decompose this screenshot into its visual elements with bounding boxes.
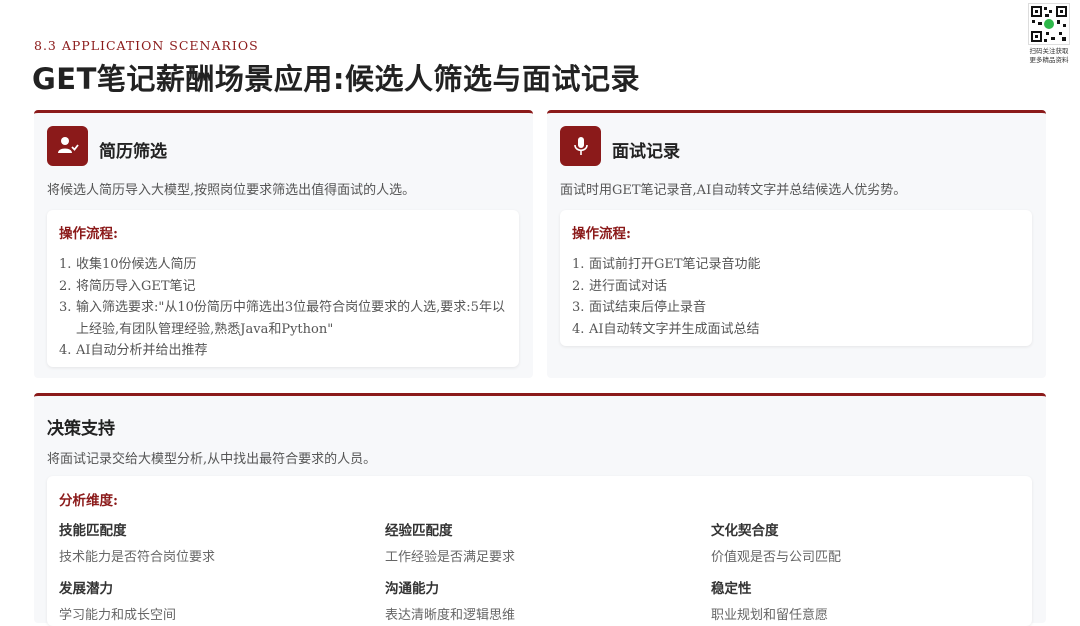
decision-support-card: 决策支持 将面试记录交给大模型分析,从中找出最符合要求的人员。 分析维度: 技能…: [34, 393, 1046, 626]
card-description: 将面试记录交给大模型分析,从中找出最符合要求的人员。: [47, 452, 377, 467]
microphone-icon: [560, 126, 601, 166]
list-item: 4. AI自动转文字并生成面试总结: [572, 321, 760, 337]
card-description: 将候选人简历导入大模型,按照岗位要求筛选出值得面试的人选。: [47, 183, 416, 198]
dimension-item: 文化契合度 价值观是否与公司匹配: [711, 523, 842, 565]
analysis-panel: 分析维度: 技能匹配度 技术能力是否符合岗位要求 经验匹配度 工作经验是否满足要求 …: [47, 476, 1032, 626]
card-title: 面试记录: [612, 142, 680, 162]
resume-screening-card: 简历筛选 将候选人简历导入大模型,按照岗位要求筛选出值得面试的人选。 操作流程:…: [34, 110, 533, 378]
list-item: 1. 面试前打开GET笔记录音功能: [572, 257, 761, 272]
dimension-grid: 技能匹配度 技术能力是否符合岗位要求 经验匹配度 工作经验是否满足要求 文化契合度价…: [59, 519, 1020, 623]
list-item: 2. 进行面试对话: [572, 278, 668, 294]
process-label: 操作流程:: [59, 226, 118, 242]
dimension-item: 经验匹配度 工作经验是否满足要求: [385, 523, 516, 565]
card-title: 简历筛选: [99, 142, 167, 162]
process-panel: 操作流程: 1. 收集10份候选人简历 2. 将简历导入GET笔记 3. 输入筛选要求…: [47, 210, 519, 367]
section-label: 8.3 APPLICATION SCENARIOS: [34, 38, 259, 53]
step-list: 1. 收集10份候选人简历 2. 将简历导入GET笔记 3. 输入筛选要求:"从10份…: [59, 254, 507, 362]
process-label: 操作流程:: [572, 226, 631, 242]
card-description: 面试时用GET笔记录音,AI自动转文字并总结候选人优劣势。: [560, 183, 907, 198]
card-title: 决策支持: [47, 419, 115, 439]
list-item: 3. 输入筛选要求:"从10份简历中筛选出3位最符合岗位要求的人选,要求:5年以上…: [59, 300, 505, 337]
page-title: GET笔记薪酬场景应用:候选人筛选与面试记录: [32, 62, 640, 96]
step-list: 1. 面试前打开GET笔记录音功能 2. 进行面试对话 3. 面试结束后停止录音 4.…: [572, 254, 1020, 340]
analysis-label: 分析维度:: [59, 493, 118, 509]
dimension-item: 技能匹配度 技术能力是否符合岗位要求: [59, 523, 216, 565]
list-item: 1. 收集10份候选人简历: [59, 257, 197, 272]
list-item: 2. 将简历导入GET笔记: [59, 278, 196, 294]
dimension-item: 稳定性 职业规划和留任意愿: [711, 581, 829, 623]
interview-record-card: 面试记录 面试时用GET笔记录音,AI自动转文字并总结候选人优劣势。 操作流程:…: [547, 110, 1046, 378]
qr-caption: 扫码关注获取 更多精品资料: [1029, 47, 1069, 64]
process-panel: 操作流程: 1. 面试前打开GET笔记录音功能 2. 进行面试对话 3. 面试结束后停…: [560, 210, 1032, 346]
list-item: 4. AI自动分析并给出推荐: [59, 343, 208, 358]
qr-code: [1028, 3, 1070, 45]
dimension-item: 发展潜力 学习能力和成长空间: [59, 581, 177, 623]
dimension-item: 沟通能力 表达清晰度和逻辑思维: [385, 581, 516, 623]
user-check-icon: [47, 126, 88, 166]
list-item: 3. 面试结束后停止录音: [572, 300, 707, 315]
